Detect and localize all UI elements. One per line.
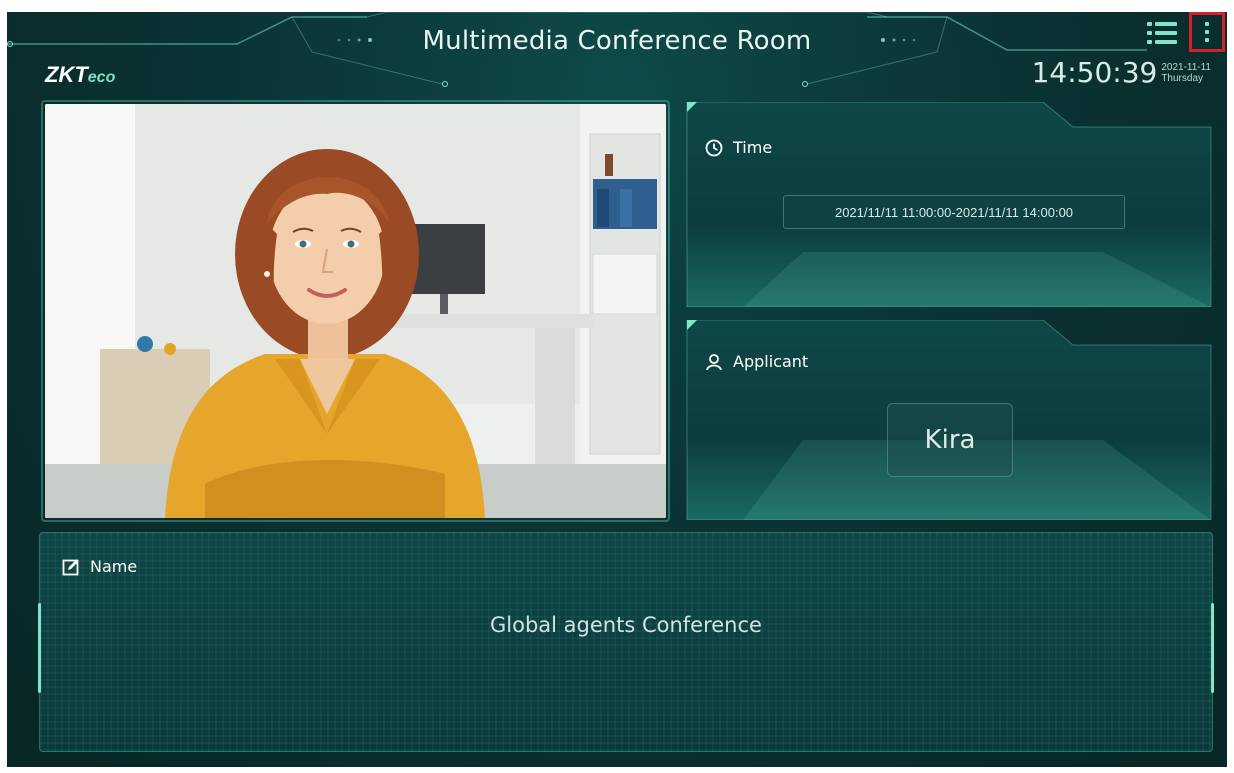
zkteco-logo: ZKTeco [45,62,115,88]
clock-time: 14:50:39 [1031,56,1158,89]
applicant-label: Applicant [733,352,809,371]
applicant-label-row: Applicant [705,352,808,371]
more-options-button[interactable] [1189,12,1225,52]
clock-date: 2021-11-11 [1161,62,1211,73]
time-range-value: 2021/11/11 11:00:00-2021/11/11 14:00:00 [783,195,1125,229]
conference-name-value: Global agents Conference [490,613,762,637]
time-panel: Time 2021/11/11 11:00:00-2021/11/11 14:0… [683,102,1213,307]
page-title: Multimedia Conference Room [422,26,812,56]
clock: 14:50:39 2021-11-11 Thursday [1032,56,1211,89]
time-label-row: Time [705,138,772,157]
conference-name-panel: Name Global agents Conference [38,532,1214,752]
applicant-name-value: Kira [887,403,1013,477]
logo-sub-text: eco [87,69,116,86]
logo-main-text: ZKT [45,62,88,87]
edit-icon [62,559,79,575]
time-label: Time [733,138,773,157]
more-vertical-icon [1205,22,1209,42]
person-icon [706,353,722,370]
clock-weekday: Thursday [1161,73,1204,84]
applicant-panel: Applicant Kira [683,320,1213,520]
conference-room-screen: Multimedia Conference Room ZKTeco 14:50:… [7,12,1227,767]
name-label-row: Name [62,557,137,576]
name-label: Name [90,557,138,576]
clock-date-box: 2021-11-11 Thursday [1161,62,1211,84]
applicant-photo [45,104,666,518]
menu-button[interactable] [1147,20,1177,46]
clock-icon [705,139,723,156]
menu-list-icon [1147,22,1177,44]
